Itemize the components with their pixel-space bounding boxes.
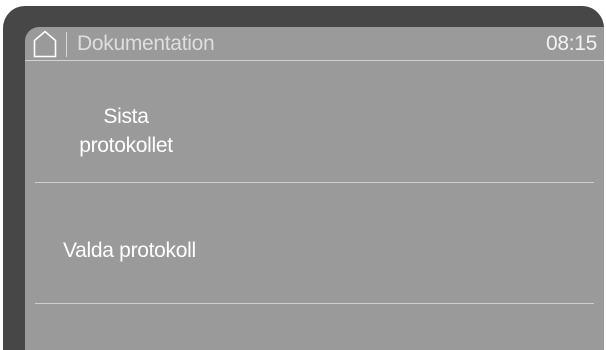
header-bar: Dokumentation 08:15 <box>25 27 604 61</box>
display-screen: Dokumentation 08:15 Sista protokollet Va… <box>25 27 604 350</box>
home-icon[interactable] <box>33 30 57 58</box>
menu-item-selected-protocols[interactable]: Valda protokoll <box>25 183 604 303</box>
menu-item-label: Sista protokollet <box>71 102 181 160</box>
menu-item-empty <box>25 304 604 350</box>
clock-time: 08:15 <box>545 32 597 55</box>
device-frame: Dokumentation 08:15 Sista protokollet Va… <box>3 6 604 350</box>
menu-item-label-line-1: Sista <box>103 105 149 128</box>
header-divider <box>66 32 67 57</box>
page-title: Dokumentation <box>77 32 215 55</box>
menu-item-label-line-2: protokollet <box>79 134 173 157</box>
menu-item-last-protocol[interactable]: Sista protokollet <box>25 61 604 182</box>
menu-item-label: Valda protokoll <box>63 239 196 262</box>
